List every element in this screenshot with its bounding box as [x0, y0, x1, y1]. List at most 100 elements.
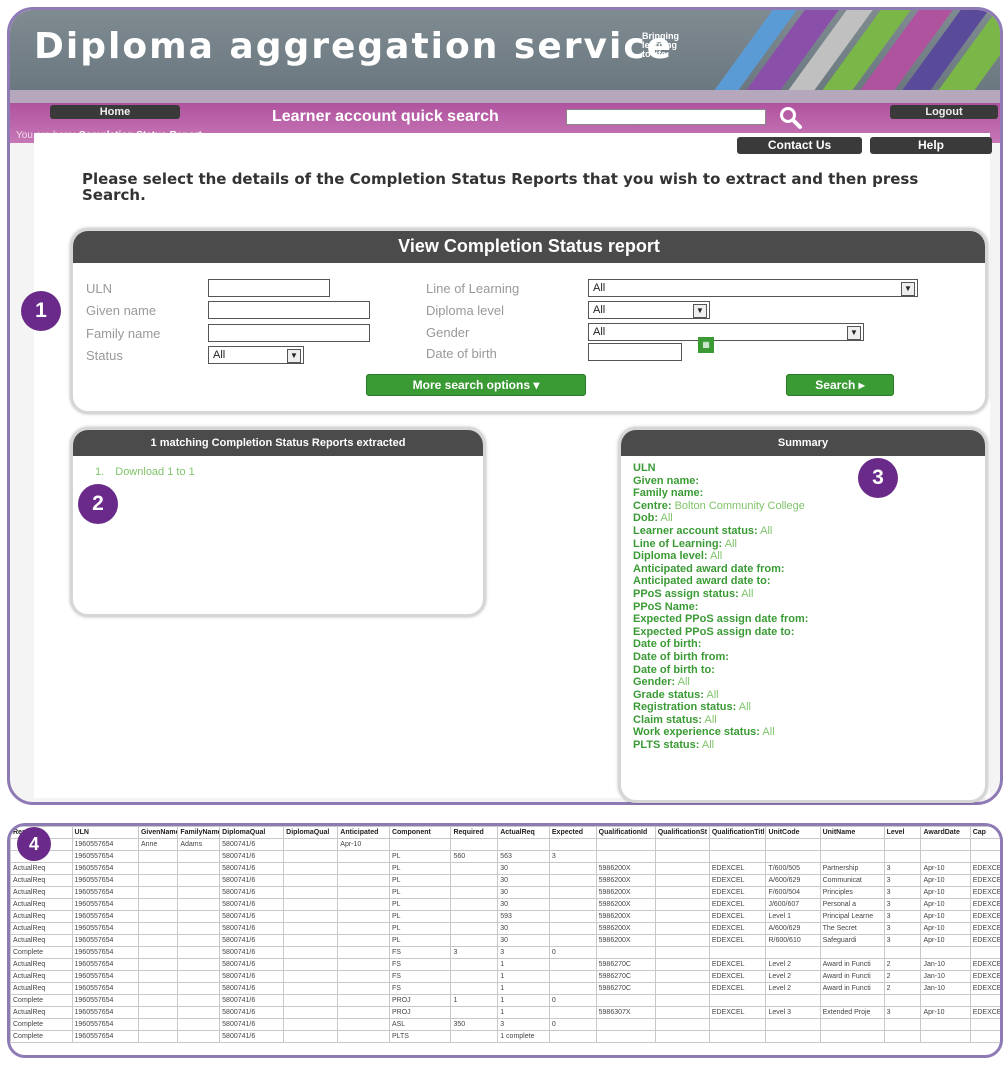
- table-cell: Complete: [10, 1030, 73, 1043]
- gender-label: Gender: [426, 325, 470, 340]
- family-name-field[interactable]: [208, 324, 370, 342]
- table-cell: [177, 958, 221, 971]
- table-cell: ActualReq: [10, 934, 73, 947]
- table-cell: [969, 1030, 1000, 1043]
- table-cell: Apr-10: [920, 934, 971, 947]
- table-cell: 1 complete: [497, 1030, 550, 1043]
- search-panel-title: View Completion Status report: [73, 231, 985, 263]
- calendar-icon[interactable]: ▦: [698, 337, 714, 353]
- line-of-learning-select[interactable]: All ▼: [588, 279, 918, 297]
- table-cell: PL: [388, 934, 452, 947]
- table-cell: 5986200X: [595, 862, 656, 875]
- table-cell: A/600/629: [765, 922, 821, 935]
- table-cell: 5800741/6: [219, 922, 285, 935]
- summary-line: Date of birth from:: [633, 650, 729, 663]
- table-cell: 5986200X: [595, 874, 656, 887]
- given-name-label: Given name: [86, 303, 157, 318]
- dropdown-arrow-icon[interactable]: ▼: [287, 349, 301, 363]
- table-cell: [883, 1018, 922, 1031]
- table-cell: [137, 982, 179, 995]
- contact-us-button[interactable]: Contact Us: [737, 137, 862, 154]
- summary-line: Registration status: All: [633, 701, 751, 714]
- table-cell: Partnership: [819, 862, 885, 875]
- table-cell: Safeguardi: [819, 934, 885, 947]
- instructions-text: Please select the details of the Complet…: [82, 170, 919, 204]
- table-cell: [548, 970, 597, 983]
- summary-line: Claim status: All: [633, 713, 717, 726]
- table-cell: [137, 958, 179, 971]
- table-cell: 1960557654: [71, 850, 139, 863]
- diploma-level-label: Diploma level: [426, 303, 505, 318]
- table-cell: 5986200X: [595, 886, 656, 899]
- header-cell: UnitName: [819, 826, 885, 839]
- table-cell: ActualReq: [10, 970, 73, 983]
- dropdown-arrow-icon[interactable]: ▼: [847, 326, 861, 340]
- table-cell: 1960557654: [71, 874, 139, 887]
- download-link[interactable]: Download 1 to 1: [115, 466, 195, 478]
- table-cell: The Secret: [819, 922, 885, 935]
- table-cell: 3: [883, 922, 922, 935]
- table-cell: [137, 1006, 179, 1019]
- table-cell: [450, 886, 499, 899]
- table-cell: [283, 1018, 339, 1031]
- gender-select[interactable]: All ▼: [588, 323, 864, 341]
- uln-field[interactable]: [208, 279, 330, 297]
- search-icon[interactable]: [778, 105, 804, 131]
- table-cell: 5800741/6: [219, 838, 285, 851]
- table-cell: 1960557654: [71, 1006, 139, 1019]
- table-cell: [765, 1018, 821, 1031]
- home-button[interactable]: Home: [50, 105, 180, 119]
- table-cell: Level 3: [765, 1006, 821, 1019]
- dropdown-arrow-icon[interactable]: ▼: [901, 282, 915, 296]
- table-cell: EDEXCEL: [708, 898, 767, 911]
- table-cell: [654, 862, 710, 875]
- table-cell: [283, 982, 339, 995]
- table-cell: 0: [548, 1018, 597, 1031]
- table-cell: 1960557654: [71, 958, 139, 971]
- dob-field[interactable]: [588, 343, 682, 361]
- status-select[interactable]: All ▼: [208, 346, 304, 364]
- table-cell: [283, 946, 339, 959]
- table-cell: [177, 1018, 221, 1031]
- table-cell: [137, 862, 179, 875]
- line-of-learning-label: Line of Learning: [426, 281, 520, 296]
- table-cell: ActualReq: [10, 874, 73, 887]
- table-cell: [969, 850, 1000, 863]
- table-cell: [450, 910, 499, 923]
- table-cell: 5800741/6: [219, 946, 285, 959]
- more-search-options-button[interactable]: More search options ▾: [366, 374, 586, 396]
- summary-line: Diploma level: All: [633, 550, 723, 563]
- quick-search-input[interactable]: [566, 109, 766, 125]
- table-cell: 1: [497, 994, 550, 1007]
- table-cell: [177, 910, 221, 923]
- table-cell: 5986200X: [595, 922, 656, 935]
- table-cell: 1960557654: [71, 886, 139, 899]
- table-cell: ActualReq: [10, 982, 73, 995]
- summary-line: Dob: All: [633, 512, 673, 525]
- table-row: ActualReq 1960557654 5800741/6 PL 30 5986200X…: [10, 934, 1000, 947]
- table-cell: Complete: [10, 1018, 73, 1031]
- table-cell: [969, 994, 1000, 1007]
- dropdown-arrow-icon[interactable]: ▼: [693, 304, 707, 318]
- table-cell: 1: [497, 982, 550, 995]
- search-button[interactable]: Search ▸: [786, 374, 894, 396]
- table-row: ActualReq 1960557654 5800741/6 PL 30 5986200X…: [10, 886, 1000, 899]
- table-cell: [137, 898, 179, 911]
- table-cell: [883, 850, 922, 863]
- table-cell: [177, 946, 221, 959]
- table-cell: [177, 982, 221, 995]
- table-cell: [283, 922, 339, 935]
- table-cell: 5800741/6: [219, 886, 285, 899]
- table-cell: [177, 922, 221, 935]
- table-cell: [177, 850, 221, 863]
- table-cell: [137, 1018, 179, 1031]
- table-cell: Apr-10: [920, 922, 971, 935]
- table-cell: EDEXCEL: [969, 922, 1000, 935]
- diploma-level-select[interactable]: All ▼: [588, 301, 710, 319]
- table-cell: [548, 1030, 597, 1043]
- logout-button[interactable]: Logout: [890, 105, 998, 119]
- given-name-field[interactable]: [208, 301, 370, 319]
- table-cell: 2: [883, 982, 922, 995]
- help-button[interactable]: Help: [870, 137, 992, 154]
- table-cell: 5800741/6: [219, 1006, 285, 1019]
